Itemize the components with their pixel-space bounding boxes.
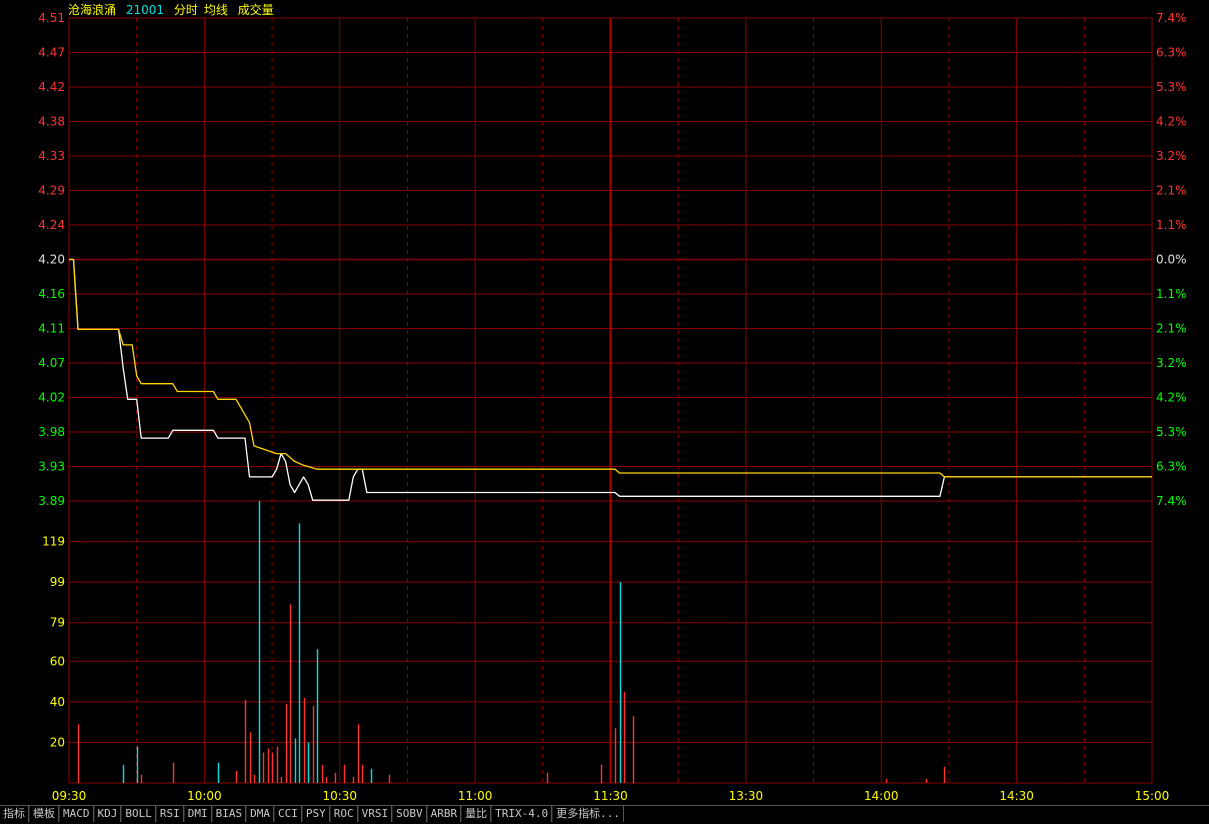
- indicator-tab[interactable]: KDJ: [93, 806, 122, 822]
- price-tick-label: 4.11: [38, 322, 65, 336]
- volume-bars: [77, 501, 946, 783]
- time-tick-label: 09:30: [52, 789, 87, 803]
- price-tick-label: 3.89: [38, 494, 65, 508]
- time-tick-label: 14:00: [864, 789, 899, 803]
- time-tick-label: 10:30: [322, 789, 357, 803]
- time-tick-label: 14:30: [999, 789, 1034, 803]
- price-tick-label: 4.38: [38, 115, 65, 129]
- indicator-tab-bar: 指标 模板 MACD KDJ BOLL RSI DMI BIAS DMA CCI PSY ROC VRS…: [0, 805, 1209, 824]
- time-tick-label: 10:00: [187, 789, 222, 803]
- indicator-tab[interactable]: 更多指标...: [552, 806, 624, 822]
- pct-tick-label: 2.1%: [1156, 184, 1187, 198]
- pct-tick-label: 6.3%: [1156, 460, 1187, 474]
- price-tick-label: 3.93: [38, 460, 65, 474]
- volume-tick-label: 60: [50, 654, 65, 668]
- volume-tick-label: 40: [50, 695, 65, 709]
- grid: [68, 17, 1153, 784]
- indicator-tab[interactable]: 指标: [0, 806, 29, 822]
- volume-tick-label: 99: [50, 575, 65, 589]
- pct-tick-label: 1.1%: [1156, 287, 1187, 301]
- pct-tick-label: 1.1%: [1156, 218, 1187, 232]
- indicator-tab[interactable]: 量比: [461, 806, 492, 822]
- price-tick-label: 4.20: [38, 253, 65, 267]
- pct-tick-label: 4.2%: [1156, 115, 1187, 129]
- volume-tick-label: 20: [50, 735, 65, 749]
- indicator-tab[interactable]: ARBR: [426, 806, 462, 822]
- pct-tick-label: 3.2%: [1156, 356, 1187, 370]
- pct-tick-label: 7.4%: [1156, 494, 1187, 508]
- price-tick-label: 4.42: [38, 80, 65, 94]
- indicator-tab[interactable]: DMI: [183, 806, 212, 822]
- right-axis: 7.4% 6.3% 5.3% 4.2% 3.2% 2.1% 1.1% 0.0% 1.1% 2.1%…: [1156, 11, 1187, 508]
- indicator-tab[interactable]: TRIX-4.0: [491, 806, 553, 822]
- price-tick-label: 4.24: [38, 218, 65, 232]
- indicator-tab[interactable]: SOBV: [392, 806, 427, 822]
- indicator-tab[interactable]: RSI: [155, 806, 184, 822]
- price-tick-label: 4.33: [38, 149, 65, 163]
- indicator-tab[interactable]: BIAS: [211, 806, 247, 822]
- indicator-tab[interactable]: BOLL: [121, 806, 156, 822]
- indicator-tab[interactable]: DMA: [246, 806, 274, 822]
- volume-tick-label: 79: [50, 616, 65, 630]
- price-tick-label: 4.47: [38, 46, 65, 60]
- price-tick-label: 4.16: [38, 287, 65, 301]
- pct-tick-label: 3.2%: [1156, 149, 1187, 163]
- pct-tick-label: 4.2%: [1156, 391, 1187, 405]
- indicator-tab[interactable]: 模板: [29, 806, 59, 822]
- time-tick-label: 15:00: [1135, 789, 1170, 803]
- pct-tick-label: 5.3%: [1156, 80, 1187, 94]
- pct-tick-label: 2.1%: [1156, 322, 1187, 336]
- price-tick-label: 4.07: [38, 356, 65, 370]
- indicator-tab[interactable]: MACD: [59, 806, 94, 822]
- time-tick-label: 11:00: [458, 789, 493, 803]
- time-axis: 09:30 10:00 10:30 11:00 11:30 13:30 14:00 14:30…: [52, 789, 1170, 803]
- time-tick-label: 11:30: [593, 789, 628, 803]
- indicator-tab[interactable]: CCI: [274, 806, 302, 822]
- price-tick-label: 4.51: [38, 11, 65, 25]
- pct-tick-label: 5.3%: [1156, 425, 1187, 439]
- time-tick-label: 13:30: [729, 789, 764, 803]
- price-tick-label: 4.02: [38, 391, 65, 405]
- pct-tick-label: 0.0%: [1156, 253, 1187, 267]
- intraday-chart[interactable]: 4.51 4.47 4.42 4.38 4.33 4.29 4.24 4.20 4.16 4.11…: [0, 0, 1209, 805]
- price-tick-label: 4.29: [38, 184, 65, 198]
- price-tick-label: 3.98: [38, 425, 65, 439]
- indicator-tab[interactable]: VRSI: [357, 806, 393, 822]
- indicator-tab[interactable]: PSY: [301, 806, 330, 822]
- pct-tick-label: 6.3%: [1156, 46, 1187, 60]
- volume-tick-label: 119: [42, 535, 65, 549]
- left-axis: 4.51 4.47 4.42 4.38 4.33 4.29 4.24 4.20 4.16 4.11…: [38, 11, 65, 749]
- pct-tick-label: 7.4%: [1156, 11, 1187, 25]
- indicator-tab[interactable]: ROC: [329, 806, 358, 822]
